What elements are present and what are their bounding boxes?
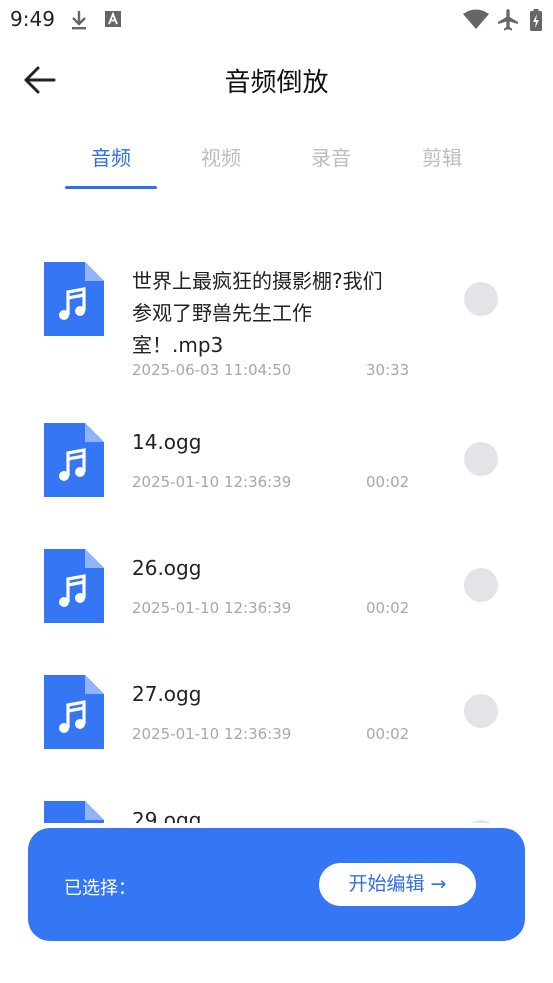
tab-editing[interactable]: 剪辑 xyxy=(387,142,497,171)
wifi-icon xyxy=(463,9,489,29)
page-title: 音频倒放 xyxy=(224,68,329,98)
battery-charging-icon xyxy=(530,9,542,31)
status-bar: 9:49 xyxy=(0,0,553,40)
file-name: 14.ogg xyxy=(132,430,202,454)
start-editing-button[interactable]: 开始编辑 → xyxy=(319,863,476,906)
file-duration: 00:02 xyxy=(366,725,410,743)
file-date: 2025-01-10 12:36:39 xyxy=(132,473,292,491)
music-file-icon xyxy=(44,423,104,497)
file-name: 27.ogg xyxy=(132,682,202,706)
select-radio[interactable] xyxy=(464,820,498,823)
selected-count-label: 已选择： xyxy=(64,878,136,899)
select-radio[interactable] xyxy=(464,694,498,728)
file-duration: 30:33 xyxy=(366,361,410,379)
list-item[interactable]: 世界上最疯狂的摄影棚?我们参观了野兽先生工作室！.mp3 2025-06-03 … xyxy=(0,225,553,395)
tab-bar: 音频 视频 录音 剪辑 xyxy=(0,138,553,192)
select-radio[interactable] xyxy=(464,282,498,316)
tab-video[interactable]: 视频 xyxy=(166,142,276,171)
file-duration: 00:02 xyxy=(366,599,410,617)
file-name: 29.ogg xyxy=(132,808,202,823)
text-a-icon xyxy=(105,11,121,27)
music-file-icon xyxy=(44,549,104,623)
airplane-icon xyxy=(498,9,518,31)
list-item[interactable]: 26.ogg 2025-01-10 12:36:39 00:02 xyxy=(0,521,553,647)
tab-recording[interactable]: 录音 xyxy=(276,142,386,171)
list-item[interactable]: 29.ogg xyxy=(0,773,553,823)
status-time: 9:49 xyxy=(10,7,55,31)
file-date: 2025-01-10 12:36:39 xyxy=(132,725,292,743)
select-radio[interactable] xyxy=(464,442,498,476)
music-file-icon xyxy=(44,801,104,823)
download-icon xyxy=(72,11,86,30)
music-file-icon xyxy=(44,262,104,336)
selection-bar: 已选择： 开始编辑 → xyxy=(28,828,525,941)
file-name: 世界上最疯狂的摄影棚?我们参观了野兽先生工作室！.mp3 xyxy=(132,269,383,357)
list-item[interactable]: 14.ogg 2025-01-10 12:36:39 00:02 xyxy=(0,395,553,521)
tab-indicator xyxy=(65,186,157,189)
file-list: 世界上最疯狂的摄影棚?我们参观了野兽先生工作室！.mp3 2025-06-03 … xyxy=(0,225,553,823)
file-name: 26.ogg xyxy=(132,556,202,580)
list-item[interactable]: 27.ogg 2025-01-10 12:36:39 00:02 xyxy=(0,647,553,773)
file-duration: 00:02 xyxy=(366,473,410,491)
file-date: 2025-01-10 12:36:39 xyxy=(132,599,292,617)
tab-audio[interactable]: 音频 xyxy=(56,142,166,171)
select-radio[interactable] xyxy=(464,568,498,602)
file-date: 2025-06-03 11:04:50 xyxy=(132,361,292,379)
music-file-icon xyxy=(44,675,104,749)
